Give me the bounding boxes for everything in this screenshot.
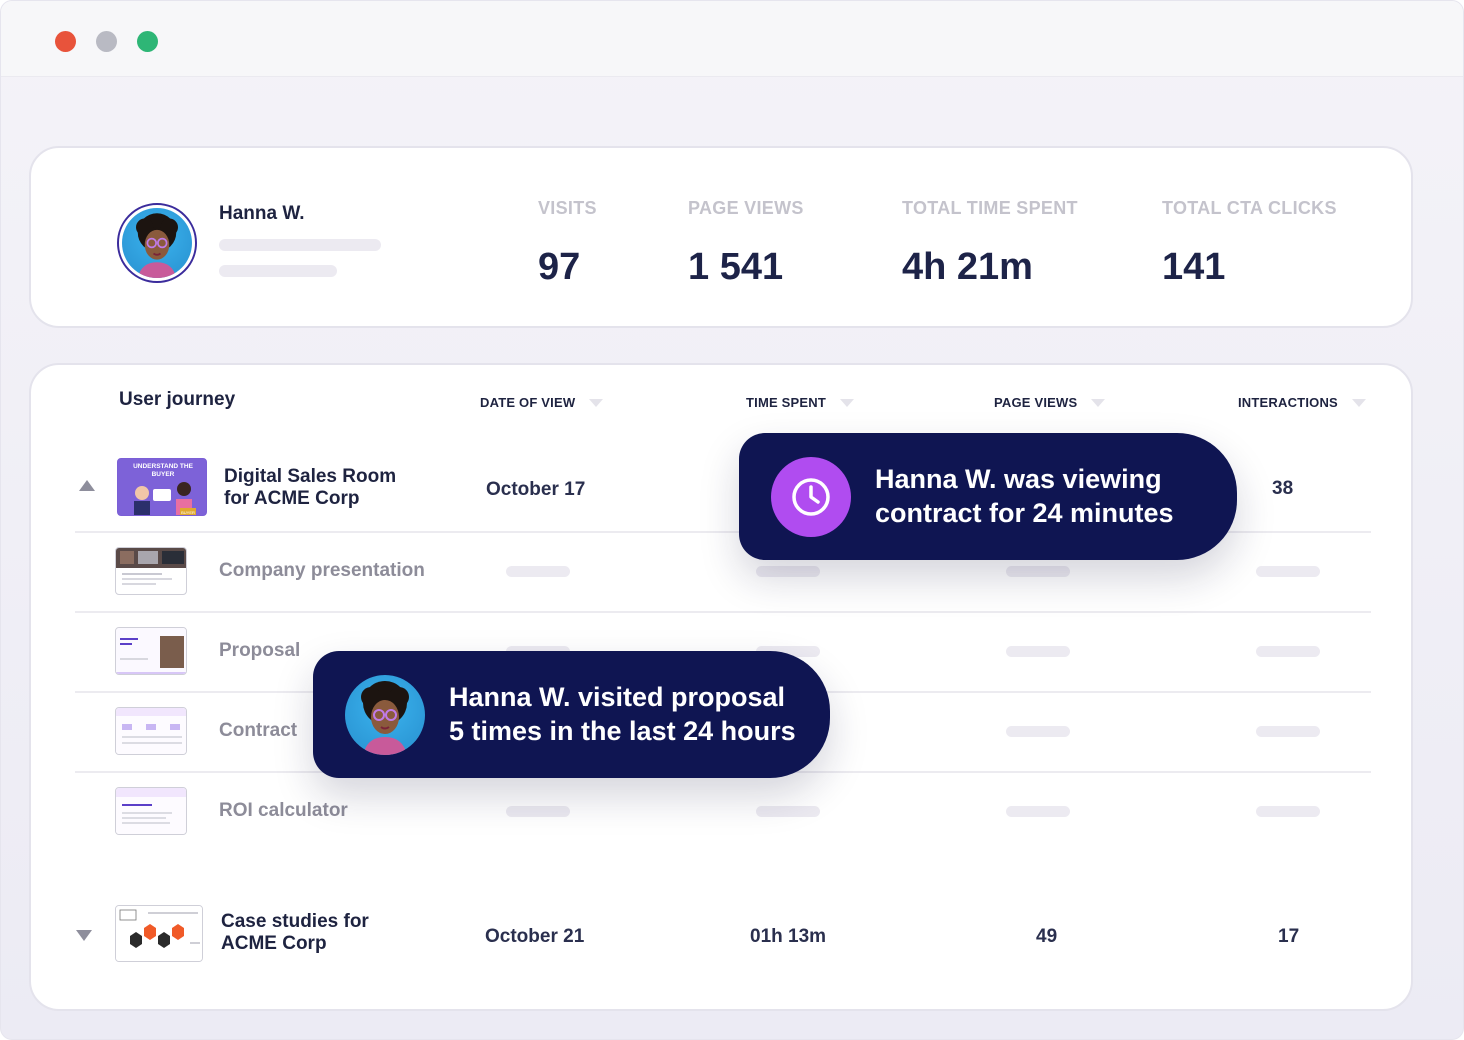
cell-placeholder: [1256, 566, 1320, 577]
tooltip-line: contract for 24 minutes: [875, 498, 1174, 528]
cell-placeholder: [756, 806, 820, 817]
column-header-label: TIME SPENT: [746, 395, 827, 410]
column-header-label: INTERACTIONS: [1238, 395, 1338, 410]
profile-name: Hanna W.: [219, 203, 305, 224]
stat-value-total-time: 4h 21m: [902, 246, 1033, 288]
row-title[interactable]: Case studies for ACME Corp: [221, 911, 369, 955]
row-divider: [75, 611, 1371, 613]
clock-icon: [771, 457, 851, 537]
cell-placeholder: [756, 566, 820, 577]
row-interactions: 17: [1278, 926, 1300, 947]
row-title-line: Case studies for: [221, 911, 369, 932]
cell-placeholder: [506, 566, 570, 577]
thumbnail-illustration: [116, 906, 202, 961]
stat-label-cta-clicks: TOTAL CTA CLICKS: [1162, 198, 1337, 218]
row-thumbnail: [115, 707, 187, 755]
thumbnail-heading: UNDERSTAND THE: [133, 463, 193, 470]
tooltip-line: Hanna W. visited proposal: [449, 682, 786, 712]
profile-summary-card: Hanna W. VISITS 97 PAGE VIEWS 1 541 TOTA…: [29, 146, 1413, 328]
cell-placeholder: [1256, 806, 1320, 817]
cell-placeholder: [1006, 726, 1070, 737]
window-titlebar: [1, 1, 1463, 77]
column-header-time-spent[interactable]: TIME SPENT: [746, 395, 855, 410]
column-header-interactions[interactable]: INTERACTIONS: [1238, 395, 1366, 410]
avatar[interactable]: [117, 203, 197, 283]
row-thumbnail: [115, 547, 187, 595]
sort-icon[interactable]: [1091, 398, 1106, 407]
row-title[interactable]: Company presentation: [219, 560, 425, 582]
cell-placeholder: [1006, 646, 1070, 657]
row-title[interactable]: Contract: [219, 720, 297, 742]
app-window: Hanna W. VISITS 97 PAGE VIEWS 1 541 TOTA…: [0, 0, 1464, 1040]
collapse-row-icon[interactable]: [79, 480, 95, 491]
visited-notification-tooltip: Hanna W. visited proposal 5 times in the…: [313, 651, 830, 778]
journey-title: User journey: [119, 389, 236, 410]
stat-value-cta-clicks: 141: [1162, 246, 1226, 288]
row-page-views: 49: [1036, 926, 1058, 947]
stat-value-visits: 97: [538, 246, 581, 288]
tooltip-message: Hanna W. was viewing contract for 24 min…: [875, 462, 1174, 530]
thumbnail-badge: BUYER: [181, 510, 195, 515]
row-title[interactable]: ROI calculator: [219, 800, 348, 822]
thumbnail-illustration: UNDERSTAND THE BUYER BUYER: [118, 459, 206, 515]
row-date: October 21: [485, 926, 585, 947]
row-time-spent: 01h 13m: [750, 926, 827, 947]
cell-placeholder: [1256, 646, 1320, 657]
profile-detail-placeholder: [219, 239, 381, 251]
column-header-label: DATE OF VIEW: [480, 395, 576, 410]
thumbnail-illustration: [116, 628, 186, 674]
row-title-line: for ACME Corp: [224, 488, 360, 509]
sort-icon[interactable]: [589, 398, 604, 407]
sort-icon[interactable]: [840, 398, 855, 407]
stat-label-visits: VISITS: [538, 198, 597, 218]
maximize-window-button[interactable]: [137, 31, 158, 52]
minimize-window-button[interactable]: [96, 31, 117, 52]
profile-detail-placeholder: [219, 265, 337, 277]
avatar-photo: [122, 208, 192, 278]
row-title-line: ACME Corp: [221, 933, 327, 954]
expand-row-icon[interactable]: [76, 930, 92, 941]
tooltip-message: Hanna W. visited proposal 5 times in the…: [449, 680, 796, 748]
thumbnail-illustration: [116, 548, 186, 585]
column-header-page-views[interactable]: PAGE VIEWS: [994, 395, 1106, 410]
row-interactions: 38: [1272, 478, 1294, 499]
row-date: October 17: [486, 479, 586, 500]
row-thumbnail: [115, 627, 187, 675]
row-title[interactable]: Proposal: [219, 640, 300, 662]
row-thumbnail: [115, 787, 187, 835]
thumbnail-illustration: [116, 788, 186, 834]
cell-placeholder: [1006, 806, 1070, 817]
column-header-date[interactable]: DATE OF VIEW: [480, 395, 604, 410]
row-title[interactable]: Digital Sales Room for ACME Corp: [224, 466, 396, 510]
row-thumbnail: UNDERSTAND THE BUYER BUYER: [117, 458, 207, 516]
sort-icon[interactable]: [1351, 398, 1366, 407]
row-title-line: Digital Sales Room: [224, 466, 397, 487]
thumbnail-heading: BUYER: [152, 471, 175, 478]
tooltip-line: Hanna W. was viewing: [875, 464, 1162, 494]
cell-placeholder: [1006, 566, 1070, 577]
close-window-button[interactable]: [55, 31, 76, 52]
avatar: [345, 675, 425, 755]
viewing-notification-tooltip: Hanna W. was viewing contract for 24 min…: [739, 433, 1237, 560]
stat-value-page-views: 1 541: [688, 246, 784, 288]
stat-label-page-views: PAGE VIEWS: [688, 198, 804, 218]
column-header-label: PAGE VIEWS: [994, 395, 1078, 410]
thumbnail-illustration: [116, 708, 186, 754]
stat-label-total-time: TOTAL TIME SPENT: [902, 198, 1078, 218]
cell-placeholder: [506, 806, 570, 817]
cell-placeholder: [1256, 726, 1320, 737]
row-thumbnail: [115, 905, 203, 962]
tooltip-line: 5 times in the last 24 hours: [449, 716, 796, 746]
